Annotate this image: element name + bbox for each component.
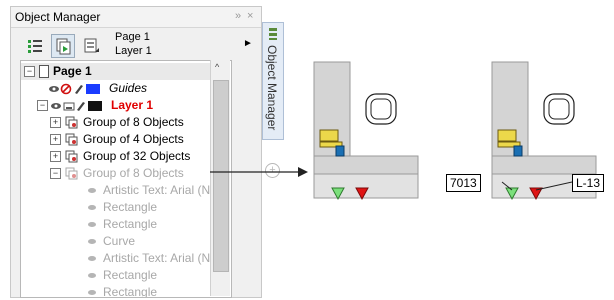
current-page-label[interactable]: Page 1 [115, 31, 150, 43]
tree-row-child[interactable]: Rectangle [21, 216, 211, 233]
phone-icon [513, 145, 523, 157]
counter [491, 155, 597, 175]
group-icon [65, 150, 78, 163]
page-menu-arrow-icon[interactable]: ► [243, 38, 253, 49]
current-layer-label[interactable]: Layer 1 [115, 45, 152, 57]
layers-icon [56, 38, 71, 55]
collapse-button[interactable]: » [235, 10, 241, 22]
tree-item-label: Rectangle [103, 200, 158, 214]
collapse-toggle-icon[interactable]: − [24, 66, 35, 77]
tree-row-group[interactable]: + Group of 32 Objects [21, 148, 211, 165]
tree-item-label: Artistic Text: Arial (Norr [103, 183, 225, 197]
tree-row-child[interactable]: Artistic Text: Arial (Norr [21, 182, 225, 199]
panel-title: Object Manager [15, 10, 101, 24]
group-icon [65, 133, 78, 146]
tree-row-guides[interactable]: Guides [21, 80, 211, 97]
object-bullet-icon [88, 205, 96, 210]
layer-state-icons [51, 101, 102, 111]
computer-monitor-icon [319, 129, 339, 142]
tree-item-label: Curve [103, 234, 136, 248]
tree-item-label: Group of 8 Objects [83, 115, 184, 129]
tree-row-layer[interactable]: − Layer 1 [21, 97, 211, 114]
object-bullet-icon [88, 290, 96, 295]
tree-item-label: Layer 1 [111, 98, 154, 112]
object-bullet-icon [88, 273, 96, 278]
floorplan-before [313, 61, 419, 201]
layer-manager-view-button[interactable] [79, 34, 103, 58]
tree-item-label: Page 1 [53, 64, 92, 78]
panel-toolbar: Page 1 Layer 1 ► [11, 28, 261, 64]
object-manager-tab-icon [269, 28, 277, 40]
phone-icon [335, 145, 345, 157]
guides-layer-icons [49, 83, 100, 95]
object-bullet-icon [88, 222, 96, 227]
tree-row-child[interactable]: Rectangle [21, 199, 211, 216]
tree-item-label: Rectangle [103, 217, 158, 231]
tree-row-child[interactable]: Curve [21, 233, 211, 250]
tree-item-label: Group of 32 Objects [83, 149, 191, 163]
drag-arrow-icon [210, 167, 308, 177]
counter [313, 155, 419, 175]
edit-across-layers-button[interactable] [51, 34, 75, 58]
group-icon [65, 116, 78, 129]
page-icon [39, 65, 49, 78]
show-properties-button[interactable] [23, 34, 47, 58]
expand-toggle-icon[interactable]: + [50, 151, 61, 162]
collapse-toggle-icon[interactable]: − [50, 168, 61, 179]
callout-label-right: L-13 [572, 174, 605, 192]
layer-view-icon [84, 38, 99, 53]
object-bullet-icon [88, 239, 96, 244]
tree-row-child[interactable]: Rectangle [21, 267, 211, 284]
object-bullet-icon [88, 188, 96, 193]
tree-item-label: Rectangle [103, 285, 158, 298]
group-icon [65, 167, 78, 180]
tree-row-child[interactable]: Rectangle [21, 284, 211, 298]
object-manager-side-tab[interactable]: Object Manager [262, 22, 284, 140]
panel-title-bar: Object Manager » × [11, 7, 261, 28]
tree-row-group-dragged[interactable]: − Group of 8 Objects [21, 165, 211, 182]
collapse-toggle-icon[interactable]: − [37, 100, 48, 111]
callout-label-left: 7013 [446, 174, 481, 192]
expand-toggle-icon[interactable]: + [50, 134, 61, 145]
tree-item-label: Artistic Text: Arial (Norr [103, 251, 225, 265]
tree-item-label: Group of 4 Objects [83, 132, 184, 146]
tree-row-group[interactable]: + Group of 4 Objects [21, 131, 211, 148]
tree-item-label: Group of 8 Objects [83, 166, 184, 180]
tree-item-label: Rectangle [103, 268, 158, 282]
tree-item-label: Guides [109, 81, 148, 95]
tree-row-group[interactable]: + Group of 8 Objects [21, 114, 211, 131]
close-button[interactable]: × [247, 10, 253, 22]
object-bullet-icon [88, 256, 96, 261]
computer-monitor-icon [497, 129, 517, 142]
side-tab-label: Object Manager [265, 45, 279, 131]
tree-row-child[interactable]: Artistic Text: Arial (Norr [21, 250, 225, 267]
layer-properties-icon [28, 40, 42, 53]
group-of-objects [313, 173, 419, 199]
expand-toggle-icon[interactable]: + [50, 117, 61, 128]
tree-row-page[interactable]: − Page 1 [21, 63, 211, 80]
object-tree: − Page 1 Guides − Layer 1 + Group of 8 O… [20, 60, 232, 298]
scroll-up-arrow-icon[interactable]: ^ [215, 62, 219, 72]
